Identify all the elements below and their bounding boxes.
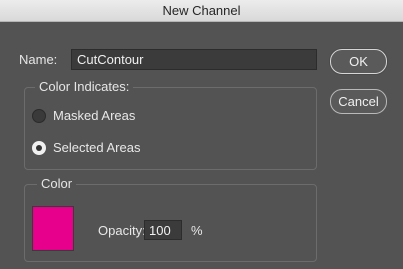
window-title: New Channel <box>162 3 241 18</box>
name-input[interactable] <box>71 49 317 70</box>
color-swatch[interactable] <box>32 206 74 251</box>
color-group: Color Opacity: % <box>24 176 317 262</box>
selected-areas-label: Selected Areas <box>53 140 141 155</box>
window-titlebar: New Channel <box>0 0 403 22</box>
opacity-label: Opacity: <box>98 223 146 238</box>
opacity-unit: % <box>191 223 203 238</box>
color-indicates-group: Color Indicates: Masked Areas Selected A… <box>24 79 317 170</box>
masked-areas-label: Masked Areas <box>53 108 136 123</box>
name-label: Name: <box>19 52 58 67</box>
color-title: Color <box>37 176 77 191</box>
ok-button[interactable]: OK <box>330 49 387 74</box>
masked-areas-radio[interactable] <box>32 108 46 123</box>
opacity-input[interactable] <box>144 220 182 240</box>
masked-areas-option[interactable]: Masked Areas <box>32 108 135 123</box>
selected-areas-option[interactable]: Selected Areas <box>32 140 140 155</box>
cancel-button[interactable]: Cancel <box>330 89 387 114</box>
radio-dot-icon <box>36 144 42 151</box>
color-indicates-title: Color Indicates: <box>35 79 134 94</box>
selected-areas-radio[interactable] <box>32 140 46 155</box>
